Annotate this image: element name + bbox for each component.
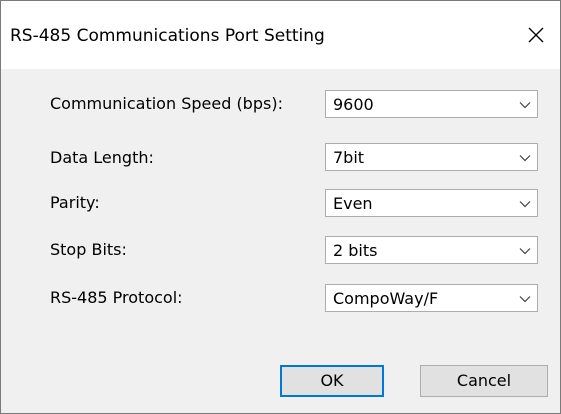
- parity-label: Parity:: [50, 193, 100, 212]
- communication-speed-select[interactable]: 9600: [325, 90, 538, 118]
- dialog-title: RS-485 Communications Port Setting: [10, 26, 325, 46]
- chevron-down-icon: [519, 201, 531, 208]
- close-button[interactable]: [514, 1, 560, 69]
- chevron-down-icon: [519, 102, 531, 109]
- ok-button[interactable]: OK: [280, 365, 384, 397]
- data-length-value: 7bit: [333, 148, 365, 167]
- close-icon: [528, 27, 544, 43]
- cancel-button[interactable]: Cancel: [420, 365, 548, 397]
- stop-bits-value: 2 bits: [333, 241, 378, 260]
- parity-select[interactable]: Even: [325, 189, 538, 217]
- parity-value: Even: [333, 194, 373, 213]
- stop-bits-select[interactable]: 2 bits: [325, 236, 538, 264]
- chevron-down-icon: [519, 296, 531, 303]
- data-length-label: Data Length:: [50, 148, 154, 167]
- stop-bits-label: Stop Bits:: [50, 240, 127, 259]
- rs485-protocol-select[interactable]: CompoWay/F: [325, 284, 538, 312]
- rs485-protocol-label: RS-485 Protocol:: [50, 288, 183, 307]
- chevron-down-icon: [519, 155, 531, 162]
- communication-speed-label: Communication Speed (bps):: [50, 94, 283, 113]
- communication-speed-value: 9600: [333, 95, 374, 114]
- dialog-window: RS-485 Communications Port Setting Commu…: [0, 0, 561, 414]
- chevron-down-icon: [519, 248, 531, 255]
- rs485-protocol-value: CompoWay/F: [333, 289, 439, 308]
- title-bar: RS-485 Communications Port Setting: [1, 1, 560, 69]
- data-length-select[interactable]: 7bit: [325, 143, 538, 171]
